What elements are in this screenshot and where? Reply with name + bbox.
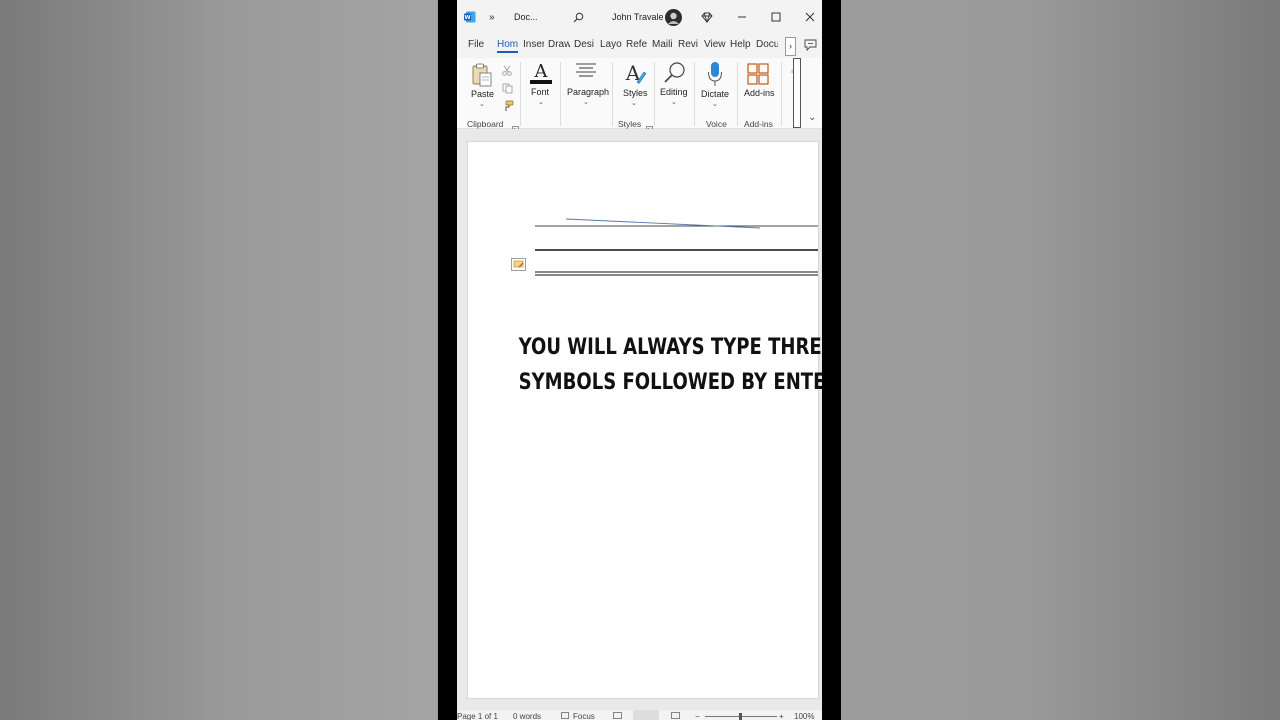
- search-icon[interactable]: [573, 0, 584, 34]
- dictate-dropdown-chevron-icon[interactable]: ⌄: [712, 100, 718, 108]
- dictate-button[interactable]: Dictate: [701, 89, 729, 99]
- title-bar: W » Doc... John Travale: [457, 0, 822, 34]
- black-bar-left: [438, 0, 457, 720]
- word-window: W » Doc... John Travale File Hom Inser D…: [457, 0, 822, 720]
- status-bar: Page 1 of 1 0 words Focus − + 100%: [457, 710, 822, 720]
- ribbon-separator: [560, 62, 561, 126]
- font-dropdown-chevron-icon[interactable]: ⌄: [538, 98, 544, 106]
- close-icon[interactable]: [805, 0, 815, 34]
- find-magnifier-icon[interactable]: [663, 61, 687, 90]
- web-layout-icon[interactable]: [671, 712, 680, 720]
- add-ins-grid-icon[interactable]: [747, 63, 769, 90]
- editing-button[interactable]: Editing: [660, 87, 688, 97]
- word-app-icon[interactable]: W: [464, 0, 476, 34]
- read-mode-icon[interactable]: [613, 712, 622, 720]
- ribbon-separator: [654, 62, 655, 126]
- page-count[interactable]: Page 1 of 1: [457, 712, 498, 720]
- clipboard-paste-icon[interactable]: [471, 63, 493, 92]
- tab-draw[interactable]: Draw: [548, 39, 570, 50]
- paste-button[interactable]: Paste: [471, 89, 494, 99]
- ribbon-separator: [520, 62, 521, 126]
- microphone-icon[interactable]: [707, 61, 723, 92]
- tab-file[interactable]: File: [468, 39, 484, 50]
- ribbon-separator: [612, 62, 613, 126]
- tab-docu[interactable]: Docu: [756, 39, 778, 50]
- ribbon: Paste ⌄ A Font ⌄ Paragraph ⌄ A Styles ⌄: [457, 58, 822, 133]
- copy-icon[interactable]: [502, 81, 513, 99]
- styles-button[interactable]: Styles: [623, 88, 648, 98]
- group-label-voice: Voice: [706, 119, 727, 129]
- diamond-icon[interactable]: [701, 0, 713, 34]
- format-painter-icon[interactable]: [502, 99, 514, 117]
- tab-insert[interactable]: Inser: [523, 39, 544, 50]
- tab-view[interactable]: View: [704, 39, 726, 50]
- avatar[interactable]: [665, 0, 682, 34]
- paste-dropdown-chevron-icon[interactable]: ⌄: [479, 100, 485, 108]
- minimize-icon[interactable]: [737, 0, 747, 34]
- font-color-icon[interactable]: A: [529, 61, 553, 90]
- word-count[interactable]: 0 words: [513, 712, 541, 720]
- ribbon-separator: [694, 62, 695, 126]
- add-ins-button[interactable]: Add-ins: [744, 88, 775, 98]
- tab-home[interactable]: Hom: [497, 39, 518, 53]
- maximize-icon[interactable]: [771, 0, 781, 34]
- diagonal-stray-line: [565, 218, 761, 229]
- zoom-in-button[interactable]: +: [779, 712, 784, 720]
- tab-layout[interactable]: Layo: [600, 39, 622, 50]
- focus-icon[interactable]: [561, 712, 569, 720]
- svg-text:A: A: [534, 61, 549, 82]
- editing-dropdown-chevron-icon[interactable]: ⌄: [671, 98, 677, 106]
- zoom-level[interactable]: 100%: [794, 712, 814, 720]
- paragraph-button[interactable]: Paragraph: [567, 87, 609, 97]
- black-bar-right: [822, 0, 841, 720]
- zoom-out-button[interactable]: −: [695, 712, 700, 720]
- comments-icon[interactable]: [804, 39, 817, 57]
- group-label-clipboard: Clipboard: [467, 119, 504, 129]
- user-name[interactable]: John Travale: [612, 0, 664, 34]
- ribbon-tabs: File Hom Inser Draw Desi Layo Refe Maili…: [457, 34, 822, 58]
- page-border-lines: [535, 218, 818, 276]
- ribbon-expand-button[interactable]: ⌄: [808, 112, 816, 123]
- svg-text:W: W: [464, 15, 470, 21]
- font-button[interactable]: Font: [531, 87, 549, 97]
- print-layout-icon[interactable]: [633, 710, 659, 720]
- focus-button[interactable]: Focus: [573, 712, 595, 720]
- tab-design[interactable]: Desi: [574, 39, 595, 50]
- group-label-styles: Styles: [618, 119, 642, 129]
- autocorrect-options-icon[interactable]: [511, 258, 526, 276]
- document-body-text[interactable]: YOU WILL ALWAYS TYPE THREE SYMBOLS FOLLO…: [518, 330, 822, 400]
- ribbon-separator: [781, 62, 782, 126]
- document-page[interactable]: YOU WILL ALWAYS TYPE THREE SYMBOLS FOLLO…: [467, 141, 822, 699]
- ribbon-separator: [737, 62, 738, 126]
- zoom-slider-thumb[interactable]: [739, 713, 742, 720]
- tabs-overflow-button[interactable]: ›: [785, 37, 796, 56]
- ribbon-scroll-panel[interactable]: [793, 58, 801, 128]
- cut-icon[interactable]: [502, 63, 512, 81]
- tab-mailings[interactable]: Maili: [652, 39, 673, 50]
- body-text-line-1: YOU WILL ALWAYS TYPE THREE: [518, 335, 822, 360]
- more-commands-button[interactable]: »: [489, 0, 495, 34]
- styles-dropdown-chevron-icon[interactable]: ⌄: [631, 99, 637, 107]
- tab-review[interactable]: Revi: [678, 39, 699, 50]
- document-area: YOU WILL ALWAYS TYPE THREE SYMBOLS FOLLO…: [457, 129, 822, 710]
- paragraph-dropdown-chevron-icon[interactable]: ⌄: [583, 98, 589, 106]
- body-text-line-2: SYMBOLS FOLLOWED BY ENTER: [518, 370, 822, 395]
- paragraph-align-icon[interactable]: [575, 63, 597, 84]
- group-label-add-ins: Add-ins: [744, 119, 773, 129]
- tab-help[interactable]: Help: [730, 39, 751, 50]
- document-title[interactable]: Doc...: [514, 0, 538, 34]
- tab-references[interactable]: Refe: [626, 39, 647, 50]
